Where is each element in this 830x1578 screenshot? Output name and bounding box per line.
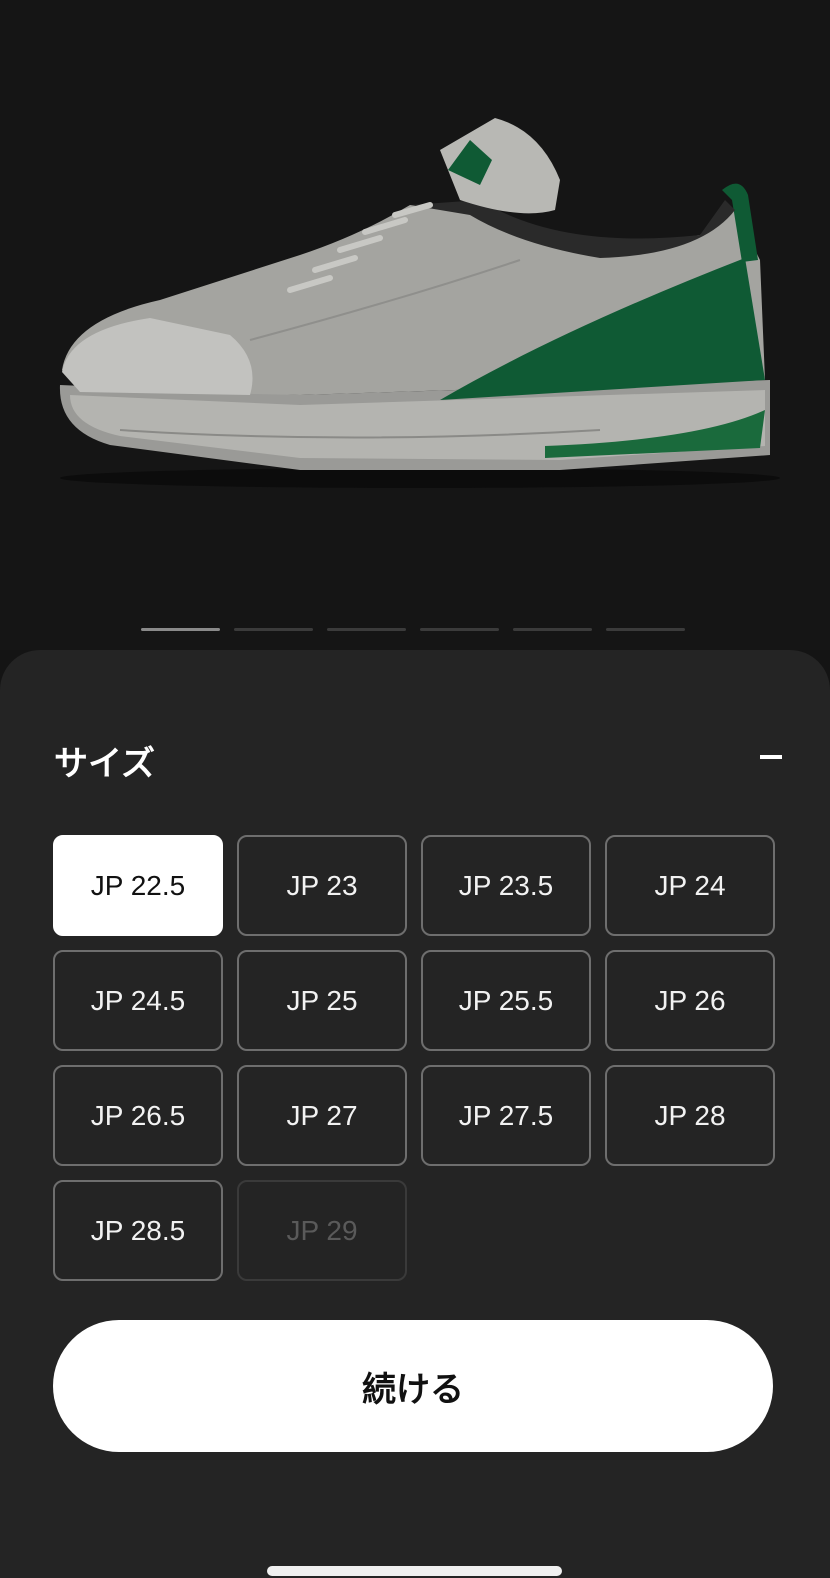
page-dot[interactable] [606,628,685,631]
continue-button[interactable]: 続ける [53,1320,773,1452]
page-dot[interactable] [513,628,592,631]
product-image [59,118,780,488]
size-option-23-5[interactable]: JP 23.5 [421,835,591,936]
size-section-title: サイズ [54,745,155,783]
carousel-page-indicator [141,628,685,631]
size-option-27[interactable]: JP 27 [237,1065,407,1166]
page-dot[interactable] [327,628,406,631]
size-option-23[interactable]: JP 23 [237,835,407,936]
size-option-26[interactable]: JP 26 [605,950,775,1051]
product-image-carousel[interactable] [0,0,830,650]
size-option-26-5[interactable]: JP 26.5 [53,1065,223,1166]
size-option-25-5[interactable]: JP 25.5 [421,950,591,1051]
size-option-29: JP 29 [237,1180,407,1281]
size-option-22-5[interactable]: JP 22.5 [53,835,223,936]
home-indicator[interactable] [267,1566,562,1576]
page-dot[interactable] [234,628,313,631]
size-selection-sheet: サイズ JP 22.5 JP 23 JP 23.5 JP 24 JP 24.5 … [0,650,830,1578]
size-option-27-5[interactable]: JP 27.5 [421,1065,591,1166]
size-option-25[interactable]: JP 25 [237,950,407,1051]
page-dot[interactable] [420,628,499,631]
size-option-28-5[interactable]: JP 28.5 [53,1180,223,1281]
page-dot[interactable] [141,628,220,631]
minus-icon[interactable] [758,744,784,770]
size-option-24-5[interactable]: JP 24.5 [53,950,223,1051]
size-option-28[interactable]: JP 28 [605,1065,775,1166]
size-option-24[interactable]: JP 24 [605,835,775,936]
size-grid: JP 22.5 JP 23 JP 23.5 JP 24 JP 24.5 JP 2… [53,835,775,1281]
